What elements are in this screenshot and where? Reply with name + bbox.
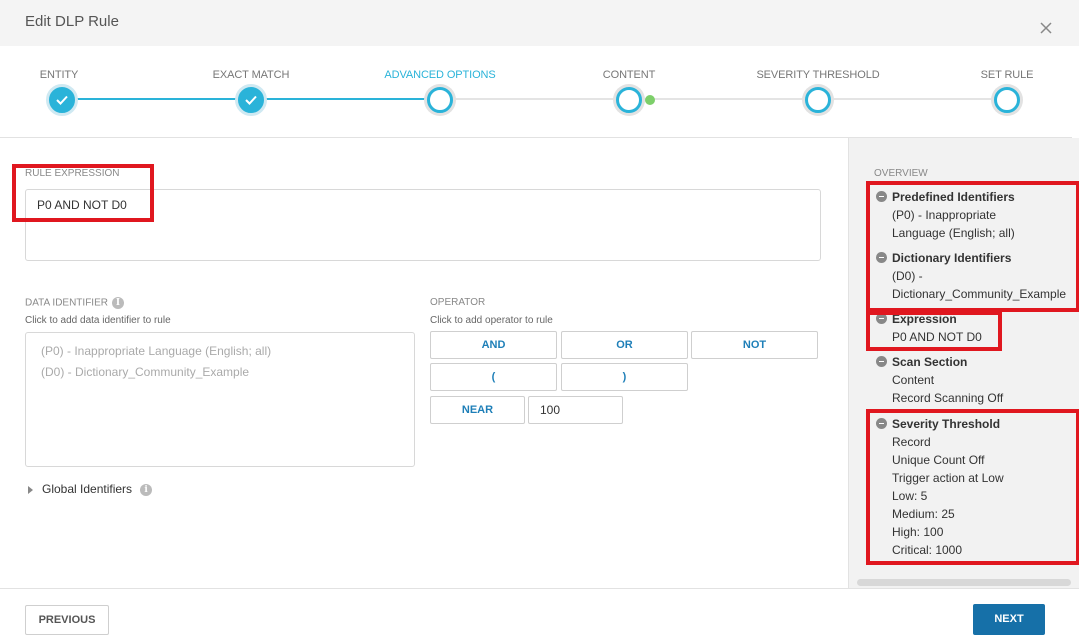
overview-line: (P0) - Inappropriate [892, 208, 997, 222]
content-status-dot [645, 95, 655, 105]
step-label-entity[interactable]: ENTITY [40, 69, 79, 81]
dialog-title: Edit DLP Rule [25, 13, 119, 30]
info-icon[interactable]: i [111, 297, 124, 309]
operator-label: OPERATOR [430, 297, 486, 308]
checkmark-icon [245, 95, 257, 105]
data-identifier-item[interactable]: (P0) - Inappropriate Language (English; … [41, 344, 271, 358]
step-label-set-rule[interactable]: SET RULE [981, 69, 1034, 81]
close-paren-button[interactable]: ) [561, 363, 688, 391]
dialog-header: Edit DLP Rule [0, 0, 1079, 46]
overview-line: Language (English; all) [892, 226, 1015, 240]
main-panel: RULE EXPRESSION P0 AND NOT D0 DATA IDENT… [0, 138, 848, 588]
dialog-footer: PREVIOUS NEXT [0, 588, 1079, 638]
overview-label: OVERVIEW [874, 168, 928, 179]
overview-dictionary-identifiers: Dictionary Identifiers (D0) - Dictionary… [876, 249, 1066, 303]
overview-panel: OVERVIEW Predefined Identifiers (P0) - I… [848, 138, 1079, 588]
step-track-done [251, 98, 440, 100]
overview-section-title: Expression [892, 312, 957, 326]
global-identifiers-toggle[interactable]: Global Identifiers i [28, 482, 153, 496]
collapse-icon[interactable] [876, 252, 887, 263]
previous-button[interactable]: PREVIOUS [25, 605, 109, 635]
chevron-right-icon [28, 485, 33, 494]
overview-line: High: 100 [892, 525, 944, 539]
collapse-icon[interactable] [876, 356, 887, 367]
overview-section-title: Severity Threshold [892, 417, 1001, 431]
overview-line: Low: 5 [892, 489, 928, 503]
step-label-content[interactable]: CONTENT [603, 69, 656, 81]
step-node-set-rule[interactable] [994, 87, 1020, 113]
overview-line: P0 AND NOT D0 [892, 330, 982, 344]
and-button[interactable]: AND [430, 331, 557, 359]
operator-hint: Click to add operator to rule [430, 315, 553, 326]
overview-section-title: Dictionary Identifiers [892, 251, 1012, 265]
overview-expression: Expression P0 AND NOT D0 [876, 310, 982, 346]
near-button[interactable]: NEAR [430, 396, 525, 424]
overview-line: Unique Count Off [892, 453, 985, 467]
next-button[interactable]: NEXT [973, 604, 1045, 635]
open-paren-button[interactable]: ( [430, 363, 557, 391]
rule-expression-field[interactable]: P0 AND NOT D0 [25, 189, 821, 261]
overview-line: (D0) - [892, 269, 923, 283]
overview-line: Record [892, 435, 931, 449]
not-button[interactable]: NOT [691, 331, 818, 359]
rule-expression-label: RULE EXPRESSION [25, 168, 120, 179]
overview-severity-threshold: Severity Threshold Record Unique Count O… [876, 415, 1004, 559]
data-identifier-label-text: DATA IDENTIFIER [25, 297, 108, 309]
step-node-content[interactable] [616, 87, 642, 113]
overview-line: Content [892, 373, 935, 387]
step-label-advanced-options[interactable]: ADVANCED OPTIONS [384, 69, 495, 81]
data-identifier-hint: Click to add data identifier to rule [25, 315, 171, 326]
data-identifier-item[interactable]: (D0) - Dictionary_Community_Example [41, 365, 249, 379]
data-identifier-list: (P0) - Inappropriate Language (English; … [25, 332, 415, 467]
wizard-stepper: ENTITY EXACT MATCH ADVANCED OPTIONS CONT… [0, 46, 1072, 138]
close-icon[interactable] [1038, 20, 1054, 36]
checkmark-icon [56, 95, 68, 105]
overview-scan-section: Scan Section Content Record Scanning Off [876, 353, 1003, 407]
info-icon[interactable]: i [140, 483, 153, 496]
overview-line: Medium: 25 [892, 507, 955, 521]
collapse-icon[interactable] [876, 191, 887, 202]
overview-line: Critical: 1000 [892, 543, 963, 557]
collapse-icon[interactable] [876, 418, 887, 429]
step-label-exact-match[interactable]: EXACT MATCH [213, 69, 290, 81]
step-node-advanced-options[interactable] [427, 87, 453, 113]
step-node-entity[interactable] [46, 84, 78, 116]
step-node-exact-match[interactable] [235, 84, 267, 116]
step-label-severity-threshold[interactable]: SEVERITY THRESHOLD [756, 69, 879, 81]
overview-section-title: Predefined Identifiers [892, 190, 1015, 204]
step-node-severity-threshold[interactable] [805, 87, 831, 113]
overview-line: Trigger action at Low [892, 471, 1004, 485]
data-identifier-label: DATA IDENTIFIER i [25, 297, 124, 309]
overview-predefined-identifiers: Predefined Identifiers (P0) - Inappropri… [876, 188, 1015, 242]
step-track-pending [440, 98, 1007, 100]
collapse-icon[interactable] [876, 313, 887, 324]
step-track-done [62, 98, 251, 100]
overview-section-title: Scan Section [892, 355, 968, 369]
horizontal-scrollbar[interactable] [857, 579, 1071, 586]
global-identifiers-label: Global Identifiers [42, 482, 133, 496]
overview-line: Record Scanning Off [892, 391, 1004, 405]
overview-line: Dictionary_Community_Example [892, 287, 1067, 301]
rule-expression-value: P0 AND NOT D0 [37, 198, 127, 212]
or-button[interactable]: OR [561, 331, 688, 359]
near-distance-input[interactable]: 100 [528, 396, 623, 424]
